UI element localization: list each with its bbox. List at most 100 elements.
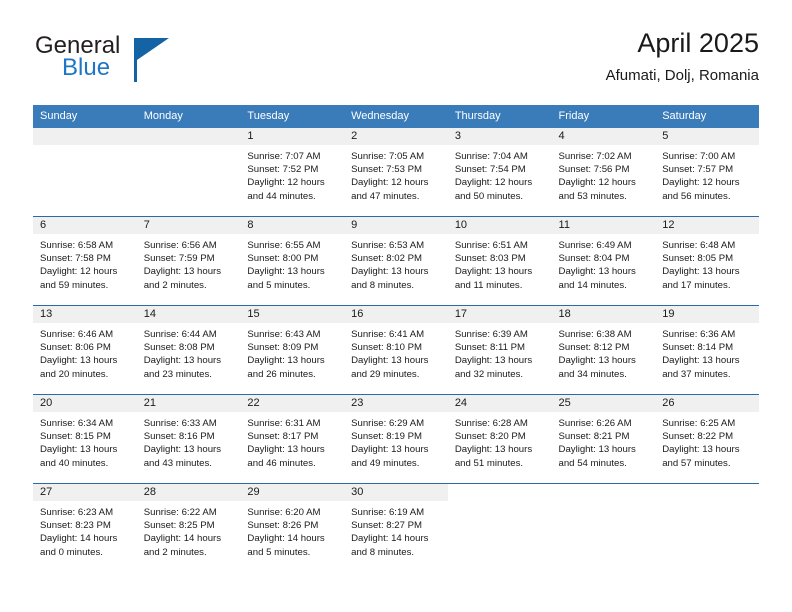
sunrise-time: Sunrise: 6:43 AM — [247, 329, 321, 340]
sunrise-time: Sunrise: 6:51 AM — [454, 240, 528, 251]
calendar-day-cell[interactable]: 4 Sunrise: 7:02 AM Sunset: 7:56 PM Daylight… — [551, 128, 656, 217]
calendar-day-cell[interactable]: 19 Sunrise: 6:36 AM Sunset: 8:14 PM Dayligh… — [655, 305, 759, 395]
day-sun-info: Sunrise: 6:48 AM Sunset: 8:05 PM Daylight:… — [655, 234, 759, 292]
day-sun-info: Sunrise: 6:46 AM Sunset: 8:06 PM Daylight:… — [33, 323, 137, 381]
calendar-day-cell[interactable]: 16 Sunrise: 6:41 AM Sunset: 8:10 PM Dayligh… — [344, 305, 448, 395]
calendar-day-cell[interactable]: 9 Sunrise: 6:53 AM Sunset: 8:02 PM Daylight… — [344, 216, 448, 306]
sunset-time: Sunset: 8:09 PM — [247, 342, 319, 354]
calendar-day-cell[interactable]: 17 Sunrise: 6:39 AM Sunset: 8:11 PM Dayligh… — [447, 305, 552, 395]
daylight-duration-line2: and 2 minutes. — [143, 279, 207, 291]
sunset-time: Sunset: 7:56 PM — [558, 164, 630, 176]
daylight-duration-line1: Daylight: 13 hours — [40, 444, 118, 456]
calendar-day-cell[interactable]: 26 Sunrise: 6:25 AM Sunset: 8:22 PM Dayligh… — [655, 394, 759, 484]
calendar-day-cell[interactable]: 2 Sunrise: 7:05 AM Sunset: 7:53 PM Daylight… — [344, 128, 448, 217]
day-cell-content: 12 Sunrise: 6:48 AM Sunset: 8:05 PM Dayligh… — [655, 217, 759, 305]
calendar-day-cell[interactable]: 12 Sunrise: 6:48 AM Sunset: 8:05 PM Dayligh… — [655, 216, 759, 306]
day-number: 21 — [136, 395, 241, 412]
day-number: 11 — [551, 217, 656, 234]
sunset-time: Sunset: 8:04 PM — [558, 253, 630, 265]
calendar-day-cell[interactable]: 21 Sunrise: 6:33 AM Sunset: 8:16 PM Dayligh… — [136, 394, 241, 484]
calendar-day-cell[interactable] — [136, 128, 241, 217]
day-number: 8 — [240, 217, 345, 234]
daylight-duration-line2: and 51 minutes. — [454, 457, 524, 469]
calendar-day-cell[interactable]: 22 Sunrise: 6:31 AM Sunset: 8:17 PM Dayligh… — [240, 394, 345, 484]
calendar-day-cell[interactable]: 13 Sunrise: 6:46 AM Sunset: 8:06 PM Dayligh… — [33, 305, 137, 395]
day-number: 20 — [33, 395, 137, 412]
day-sun-info: Sunrise: 7:04 AM Sunset: 7:54 PM Daylight:… — [448, 145, 552, 203]
day-cell-content: 22 Sunrise: 6:31 AM Sunset: 8:17 PM Dayligh… — [240, 395, 345, 483]
calendar-day-cell[interactable]: 1 Sunrise: 7:07 AM Sunset: 7:52 PM Daylight… — [240, 128, 345, 217]
day-cell-content: 14 Sunrise: 6:44 AM Sunset: 8:08 PM Dayligh… — [136, 306, 241, 394]
calendar-day-cell[interactable] — [447, 483, 552, 572]
day-number: 23 — [344, 395, 448, 412]
calendar-day-cell[interactable]: 14 Sunrise: 6:44 AM Sunset: 8:08 PM Dayligh… — [136, 305, 241, 395]
sunrise-time: Sunrise: 6:38 AM — [558, 329, 632, 340]
daylight-duration-line1: Daylight: 12 hours — [558, 177, 636, 189]
day-cell-content: 15 Sunrise: 6:43 AM Sunset: 8:09 PM Dayligh… — [240, 306, 345, 394]
day-cell-content: 6 Sunrise: 6:58 AM Sunset: 7:58 PM Daylight… — [33, 217, 137, 305]
day-cell-content: 9 Sunrise: 6:53 AM Sunset: 8:02 PM Daylight… — [344, 217, 448, 305]
daylight-duration-line2: and 46 minutes. — [247, 457, 316, 469]
calendar-day-cell[interactable]: 8 Sunrise: 6:55 AM Sunset: 8:00 PM Daylight… — [240, 216, 345, 306]
calendar-day-cell[interactable]: 24 Sunrise: 6:28 AM Sunset: 8:20 PM Dayligh… — [447, 394, 552, 484]
calendar-day-cell[interactable] — [551, 483, 656, 572]
day-number: 15 — [240, 306, 345, 323]
day-number: 26 — [655, 395, 759, 412]
daylight-duration-line2: and 8 minutes. — [351, 546, 415, 558]
calendar-day-cell[interactable]: 11 Sunrise: 6:49 AM Sunset: 8:04 PM Dayligh… — [551, 216, 656, 306]
calendar-day-cell[interactable]: 27 Sunrise: 6:23 AM Sunset: 8:23 PM Dayligh… — [33, 483, 137, 572]
calendar-day-cell[interactable]: 25 Sunrise: 6:26 AM Sunset: 8:21 PM Dayligh… — [551, 394, 656, 484]
brand-name-blue: Blue — [62, 54, 111, 81]
calendar-day-cell[interactable] — [33, 128, 137, 217]
day-sun-info: Sunrise: 6:58 AM Sunset: 7:58 PM Daylight:… — [33, 234, 137, 292]
calendar-day-cell[interactable]: 10 Sunrise: 6:51 AM Sunset: 8:03 PM Dayligh… — [447, 216, 552, 306]
day-cell-content: 18 Sunrise: 6:38 AM Sunset: 8:12 PM Dayligh… — [551, 306, 656, 394]
daylight-duration-line1: Daylight: 13 hours — [558, 444, 636, 456]
calendar-day-cell[interactable]: 23 Sunrise: 6:29 AM Sunset: 8:19 PM Dayligh… — [344, 394, 448, 484]
calendar-day-cell[interactable]: 7 Sunrise: 6:56 AM Sunset: 7:59 PM Daylight… — [136, 216, 241, 306]
day-number: 22 — [240, 395, 345, 412]
day-sun-info: Sunrise: 6:22 AM Sunset: 8:25 PM Daylight:… — [137, 501, 241, 559]
day-number: 5 — [655, 128, 759, 145]
day-number: 9 — [344, 217, 448, 234]
calendar-day-cell[interactable]: 5 Sunrise: 7:00 AM Sunset: 7:57 PM Daylight… — [655, 128, 759, 217]
day-cell-content: 10 Sunrise: 6:51 AM Sunset: 8:03 PM Dayligh… — [447, 217, 552, 305]
day-sun-info: Sunrise: 6:34 AM Sunset: 8:15 PM Daylight:… — [33, 412, 137, 470]
day-cell-content: 26 Sunrise: 6:25 AM Sunset: 8:22 PM Dayligh… — [655, 395, 759, 483]
daylight-duration-line1: Daylight: 14 hours — [40, 533, 118, 545]
day-number: 10 — [447, 217, 552, 234]
calendar-day-cell[interactable] — [655, 483, 759, 572]
daylight-duration-line2: and 23 minutes. — [143, 368, 212, 380]
daylight-duration-line1: Daylight: 13 hours — [247, 355, 325, 367]
daylight-duration-line1: Daylight: 13 hours — [454, 355, 533, 367]
day-cell-content — [136, 128, 241, 216]
day-number — [136, 128, 241, 145]
calendar-day-cell[interactable]: 3 Sunrise: 7:04 AM Sunset: 7:54 PM Daylight… — [447, 128, 552, 217]
day-number: 28 — [136, 484, 241, 501]
day-sun-info: Sunrise: 6:41 AM Sunset: 8:10 PM Daylight:… — [344, 323, 448, 381]
sunrise-time: Sunrise: 6:33 AM — [143, 418, 217, 429]
calendar-day-cell[interactable]: 18 Sunrise: 6:38 AM Sunset: 8:12 PM Dayligh… — [551, 305, 656, 395]
day-cell-content: 16 Sunrise: 6:41 AM Sunset: 8:10 PM Dayligh… — [344, 306, 448, 394]
calendar-day-cell[interactable]: 30 Sunrise: 6:19 AM Sunset: 8:27 PM Dayligh… — [344, 483, 448, 572]
calendar-day-cell[interactable]: 28 Sunrise: 6:22 AM Sunset: 8:25 PM Dayligh… — [136, 483, 241, 572]
daylight-duration-line1: Daylight: 14 hours — [351, 533, 429, 545]
daylight-duration-line1: Daylight: 13 hours — [247, 444, 325, 456]
day-cell-content: 19 Sunrise: 6:36 AM Sunset: 8:14 PM Dayligh… — [655, 306, 759, 394]
calendar-day-cell[interactable]: 6 Sunrise: 6:58 AM Sunset: 7:58 PM Daylight… — [33, 216, 137, 306]
calendar-day-cell[interactable]: 20 Sunrise: 6:34 AM Sunset: 8:15 PM Dayligh… — [33, 394, 137, 484]
calendar-day-cell[interactable]: 29 Sunrise: 6:20 AM Sunset: 8:26 PM Dayligh… — [240, 483, 345, 572]
sunrise-time: Sunrise: 6:25 AM — [662, 418, 736, 429]
brand-logo[interactable]: General Blue — [33, 32, 263, 94]
sunrise-time: Sunrise: 6:55 AM — [247, 240, 321, 251]
day-number: 30 — [344, 484, 448, 501]
sunset-time: Sunset: 7:54 PM — [454, 164, 526, 176]
day-number: 24 — [447, 395, 552, 412]
day-number: 17 — [447, 306, 552, 323]
sunrise-time: Sunrise: 6:48 AM — [662, 240, 736, 251]
day-cell-content: 23 Sunrise: 6:29 AM Sunset: 8:19 PM Dayligh… — [344, 395, 448, 483]
daylight-duration-line1: Daylight: 13 hours — [662, 266, 740, 278]
sunset-time: Sunset: 8:17 PM — [247, 431, 319, 443]
daylight-duration-line1: Daylight: 13 hours — [662, 444, 740, 456]
calendar-day-cell[interactable]: 15 Sunrise: 6:43 AM Sunset: 8:09 PM Dayligh… — [240, 305, 345, 395]
